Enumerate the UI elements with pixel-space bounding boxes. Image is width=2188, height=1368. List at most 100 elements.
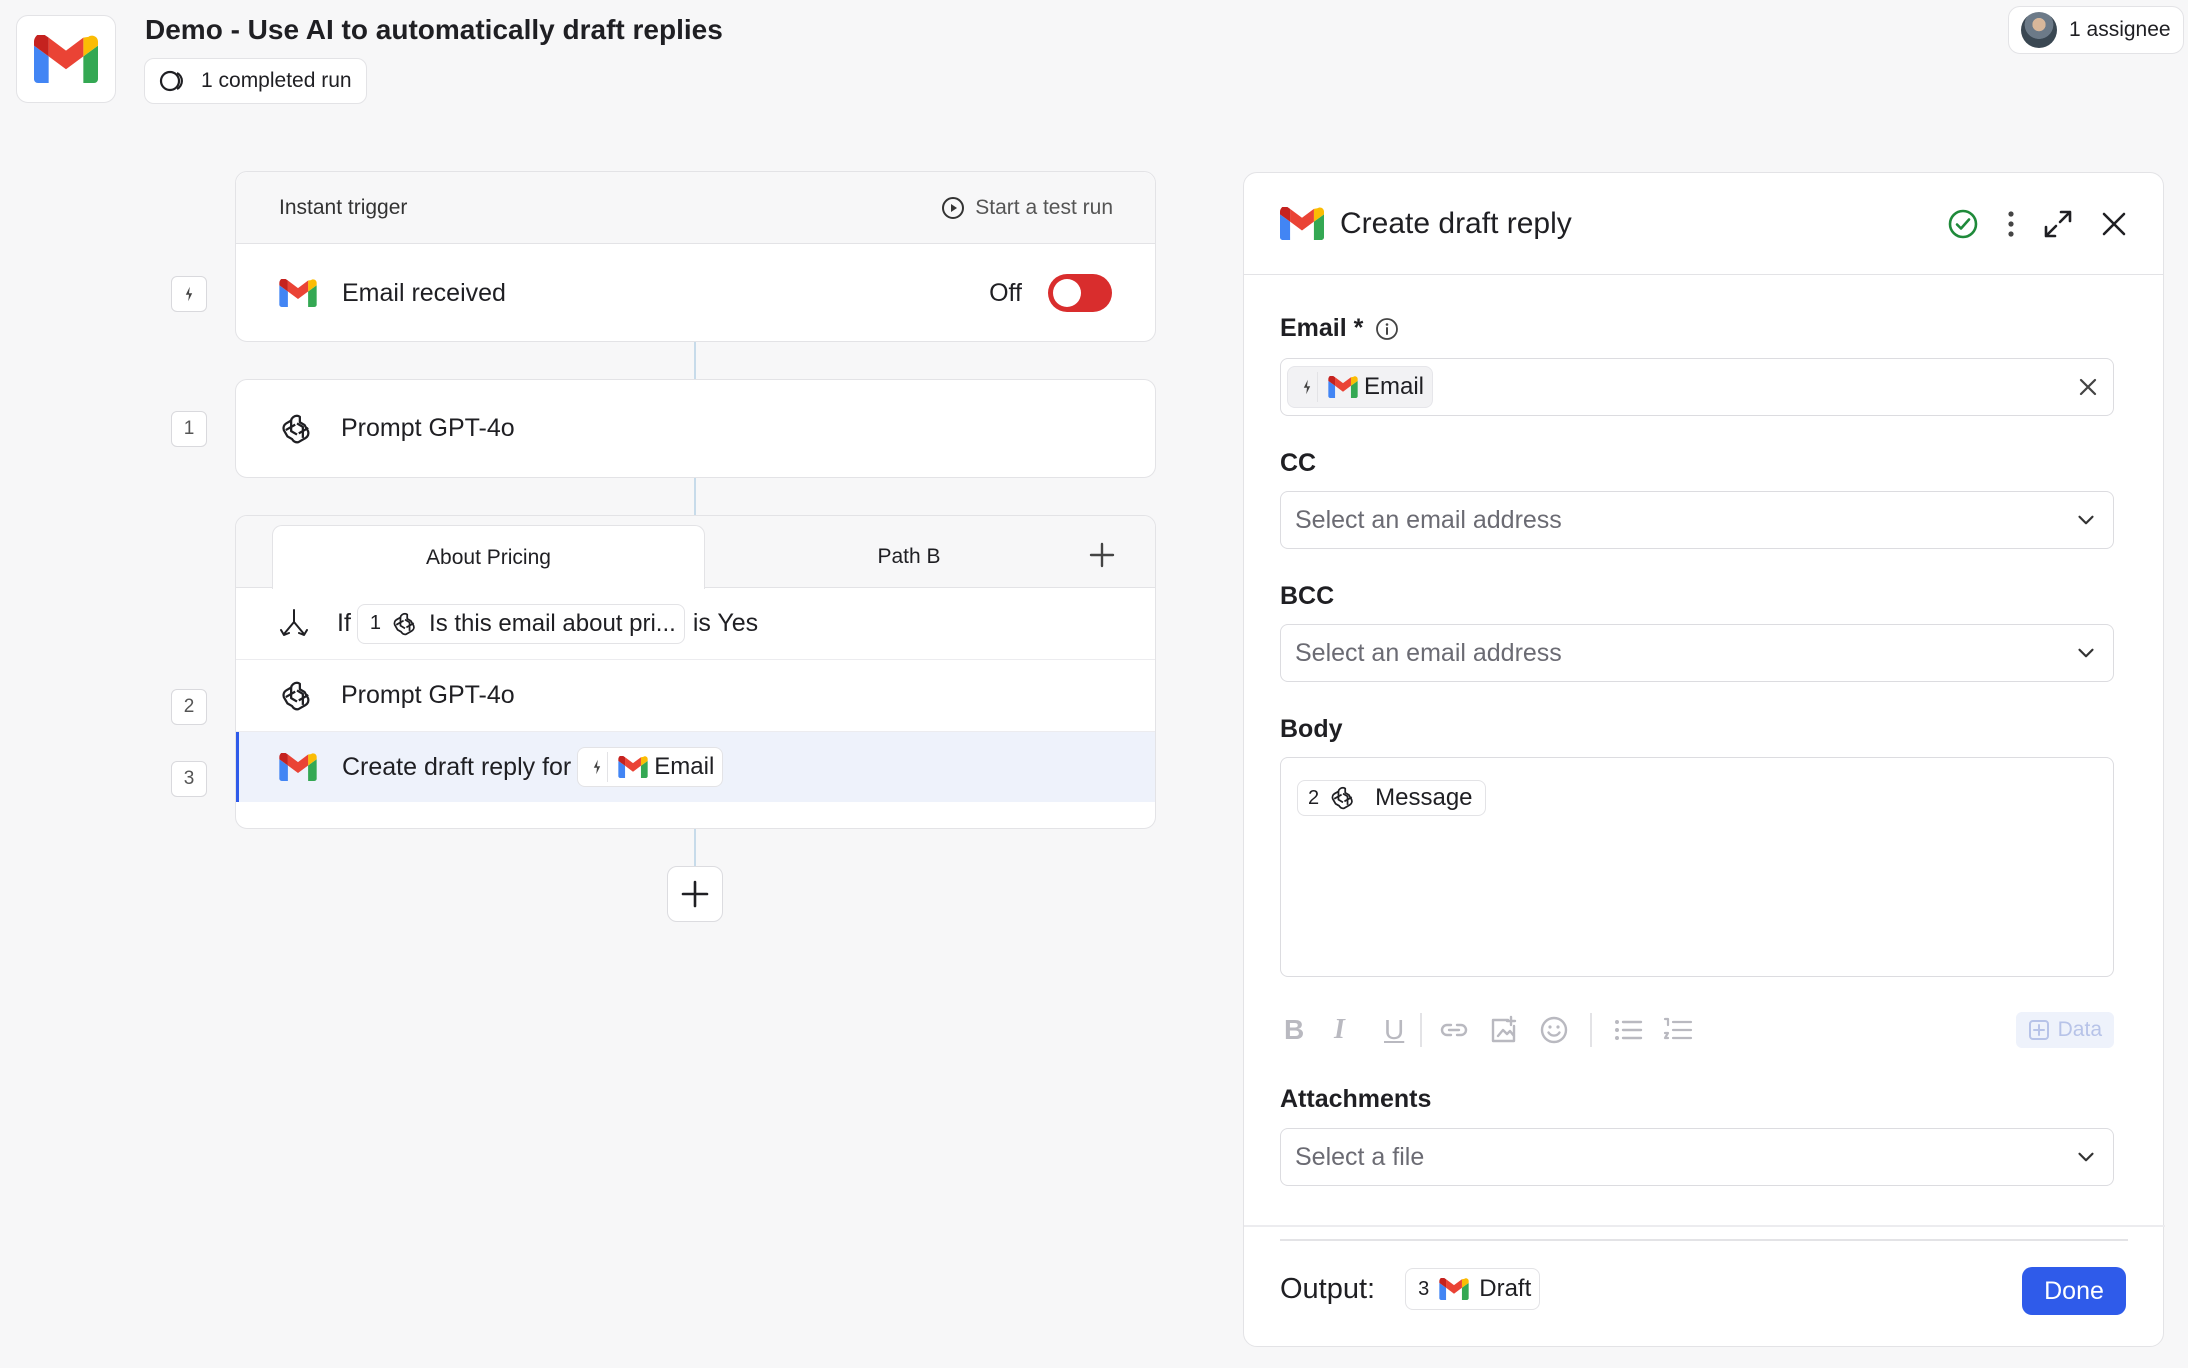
body-message-chip[interactable]: 2 Message	[1297, 780, 1486, 816]
bcc-field-label: BCC	[1280, 582, 1335, 610]
condition-text: Is this email about pri...	[429, 609, 676, 637]
step-2-row[interactable]: Prompt GPT-4o	[236, 660, 1155, 732]
step-3-row[interactable]: Create draft reply for Email	[236, 732, 1155, 802]
cc-select[interactable]: Select an email address	[1280, 491, 2114, 549]
add-step-button[interactable]	[667, 866, 723, 922]
info-icon[interactable]	[1375, 317, 1399, 341]
step-3-chip-label: Email	[654, 753, 715, 780]
attachments-select[interactable]: Select a file	[1280, 1128, 2114, 1186]
condition-step-number: 1	[369, 612, 382, 634]
plus-icon	[681, 880, 709, 908]
bcc-placeholder: Select an email address	[1295, 638, 1562, 667]
play-circle-icon	[942, 196, 965, 219]
branch-icon	[280, 608, 308, 636]
expand-icon[interactable]	[2043, 209, 2073, 239]
start-test-run-button[interactable]: Start a test run	[941, 196, 1113, 220]
step-3-email-chip[interactable]: Email	[577, 747, 724, 787]
completed-runs-badge[interactable]: 1 completed run	[144, 58, 367, 104]
connector-line	[694, 342, 696, 379]
gmail-icon	[1328, 376, 1358, 398]
bcc-select[interactable]: Select an email address	[1280, 624, 2114, 682]
chevron-down-icon	[2073, 1144, 2099, 1170]
connector-line	[694, 478, 696, 515]
condition-chip[interactable]: 1 Is this email about pri...	[356, 603, 685, 644]
completed-runs-label: 1 completed run	[201, 69, 352, 92]
emoji-icon[interactable]	[1538, 1014, 1570, 1046]
openai-icon	[279, 678, 315, 714]
step-1-card[interactable]: Prompt GPT-4o	[235, 379, 1156, 478]
body-editor[interactable]: 2 Message	[1280, 757, 2114, 977]
trigger-header-label: Instant trigger	[279, 195, 408, 219]
email-field[interactable]: Email	[1280, 358, 2114, 416]
done-button[interactable]: Done	[2022, 1267, 2126, 1315]
insert-data-label: Data	[2057, 1018, 2102, 1041]
underline-icon[interactable]: U	[1384, 1014, 1420, 1046]
openai-icon	[279, 411, 315, 447]
panel-divider	[1244, 1225, 2165, 1227]
trigger-card: Instant trigger Start a test run Email r…	[235, 171, 1156, 342]
gmail-icon	[1280, 207, 1324, 240]
close-icon[interactable]	[2101, 211, 2127, 237]
italic-icon[interactable]: I	[1334, 1014, 1370, 1046]
paths-card: About Pricing Path B If 1 Is this email …	[235, 515, 1156, 829]
tab-about-pricing[interactable]: About Pricing	[272, 525, 705, 589]
step-2-number: 2	[171, 689, 207, 725]
start-test-run-label: Start a test run	[975, 195, 1113, 219]
connector-line	[694, 829, 696, 866]
cc-field-label: CC	[1280, 449, 1317, 477]
link-icon[interactable]	[1438, 1014, 1470, 1046]
add-path-button[interactable]	[1089, 542, 1115, 568]
bullet-list-icon[interactable]	[1612, 1014, 1644, 1046]
toolbar-divider	[1590, 1013, 1592, 1047]
panel-title: Create draft reply	[1340, 206, 1572, 240]
condition-suffix: is Yes	[692, 609, 759, 637]
plus-icon	[1089, 542, 1115, 568]
output-label: Output:	[1280, 1272, 1376, 1305]
step-2-label: Prompt GPT-4o	[341, 681, 515, 709]
step-3-number: 3	[171, 761, 207, 797]
trigger-event-label: Email received	[342, 278, 506, 307]
openai-icon	[391, 610, 419, 638]
trigger-row[interactable]: Email received Off	[236, 244, 1155, 342]
check-circle-icon	[1948, 209, 1978, 238]
runs-icon	[159, 70, 183, 92]
numbered-list-icon[interactable]	[1662, 1014, 1694, 1046]
insert-data-button[interactable]: Data	[2015, 1012, 2114, 1048]
body-chip-step-number: 2	[1308, 786, 1320, 809]
body-chip-label: Message	[1375, 784, 1473, 811]
gmail-icon	[279, 753, 317, 781]
more-options-icon[interactable]	[2007, 210, 2015, 238]
gmail-icon	[618, 756, 648, 778]
trigger-toggle[interactable]	[1048, 274, 1112, 312]
tab-path-b-label: Path B	[877, 544, 941, 568]
clear-icon[interactable]	[2077, 376, 2099, 398]
plus-square-icon	[2028, 1020, 2049, 1040]
cc-placeholder: Select an email address	[1295, 505, 1562, 534]
email-chip[interactable]: Email	[1287, 366, 1434, 408]
step-1-number: 1	[171, 411, 207, 447]
page-title: Demo - Use AI to automatically draft rep…	[145, 14, 723, 45]
bolt-icon	[1302, 379, 1312, 395]
gmail-icon	[34, 35, 98, 83]
attachments-placeholder: Select a file	[1295, 1142, 1425, 1171]
bolt-icon	[184, 286, 194, 302]
output-chip-step-number: 3	[1418, 1277, 1430, 1300]
bold-icon[interactable]: B	[1284, 1014, 1320, 1046]
tab-about-pricing-label: About Pricing	[426, 545, 551, 569]
gmail-icon	[1439, 1278, 1469, 1300]
chevron-down-icon	[2073, 507, 2099, 533]
trigger-step-marker	[171, 276, 207, 312]
tab-path-b[interactable]: Path B	[705, 525, 1113, 588]
output-chip-label: Draft	[1479, 1275, 1532, 1302]
assignee-label: 1 assignee	[2069, 18, 2171, 41]
attachments-field-label: Attachments	[1280, 1085, 1432, 1113]
condition-row[interactable]: If 1 Is this email about pri... is Yes	[236, 588, 1155, 660]
toolbar-divider	[1420, 1013, 1422, 1047]
app-logo	[16, 15, 116, 103]
email-chip-label: Email	[1364, 373, 1425, 400]
avatar	[2021, 12, 2057, 48]
output-chip[interactable]: 3 Draft	[1405, 1268, 1541, 1310]
image-add-icon[interactable]	[1488, 1014, 1520, 1046]
assignee-button[interactable]: 1 assignee	[2008, 6, 2184, 54]
step-detail-panel: Create draft reply Email * Email CC Sele…	[1243, 172, 2165, 1347]
